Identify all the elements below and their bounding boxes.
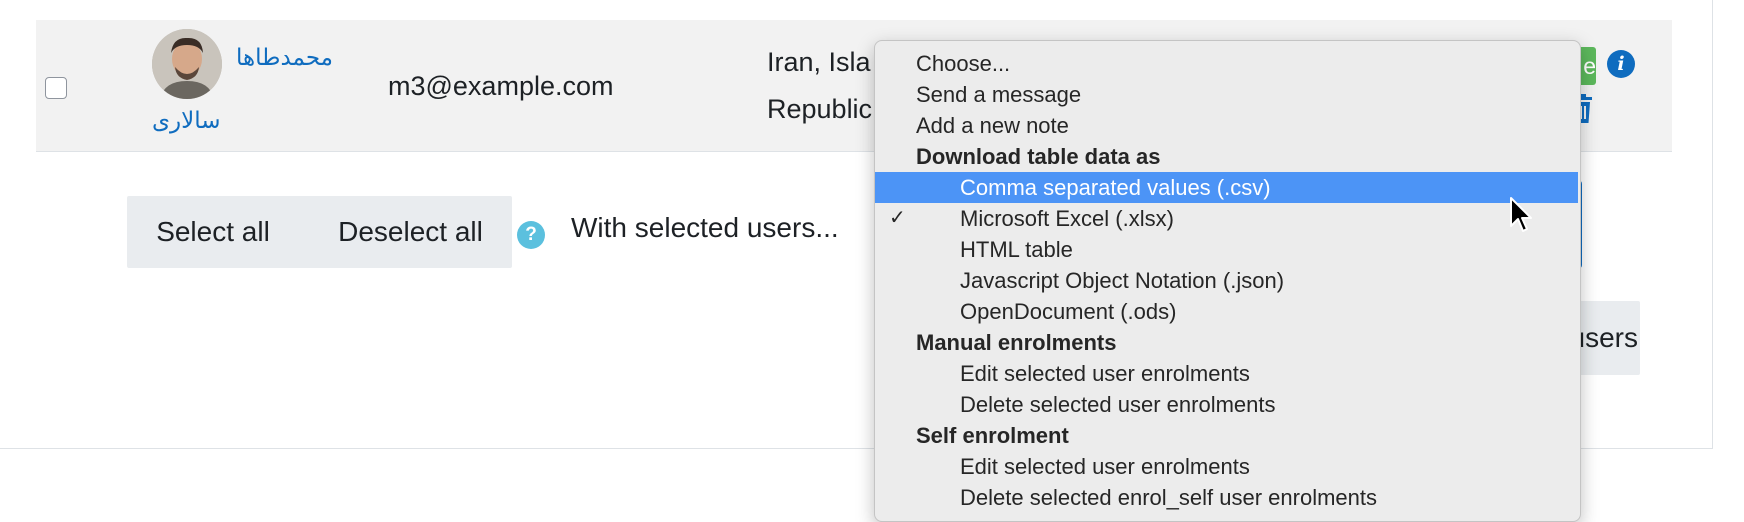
dropdown-item-label: Send a message: [916, 82, 1082, 107]
dropdown-group-header: Download table data as: [875, 141, 1578, 172]
mouse-pointer-icon: [1510, 197, 1532, 232]
participant-first-name[interactable]: محمدطاها: [236, 44, 333, 71]
dropdown-option[interactable]: Delete selected user enrolments: [875, 389, 1578, 420]
dropdown-item-label: Download table data as: [916, 144, 1161, 169]
dropdown-item-label: Comma separated values (.csv): [960, 175, 1271, 200]
dropdown-option[interactable]: Delete selected enrol_self user enrolmen…: [875, 482, 1578, 513]
with-selected-label: With selected users...: [571, 212, 839, 243]
participant-country-line2: Republic: [767, 94, 873, 124]
dropdown-option[interactable]: Javascript Object Notation (.json): [875, 265, 1578, 296]
dropdown-item-label: Edit selected user enrolments: [960, 361, 1250, 386]
checkmark-icon: ✓: [889, 207, 906, 229]
info-icon[interactable]: i: [1607, 50, 1635, 78]
dropdown-option[interactable]: Add a new note: [875, 110, 1578, 141]
deselect-all-button[interactable]: Deselect all: [311, 196, 510, 268]
dropdown-item-label: OpenDocument (.ods): [960, 299, 1177, 324]
dropdown-item-label: Microsoft Excel (.xlsx): [960, 206, 1174, 231]
avatar-photo: [152, 29, 222, 99]
dropdown-option[interactable]: Microsoft Excel (.xlsx) ✓: [875, 203, 1578, 234]
participant-last-name[interactable]: سالاری: [152, 107, 221, 134]
select-all-button[interactable]: Select all: [127, 196, 299, 268]
previous-row: [36, 0, 1672, 21]
participant-country-line1: Iran, Isla: [767, 47, 871, 77]
avatar[interactable]: [152, 29, 222, 99]
help-icon[interactable]: ?: [517, 221, 545, 249]
dropdown-item-label: Add a new note: [916, 113, 1069, 138]
dropdown-item-label: Choose...: [916, 51, 1011, 76]
dropdown-item-label: Self enrolment: [916, 423, 1069, 448]
dropdown-group-header: Self enrolment: [875, 420, 1578, 451]
dropdown-item-label: HTML table: [960, 237, 1073, 262]
dropdown-item-label: Javascript Object Notation (.json): [960, 268, 1285, 293]
dropdown-item-label: Delete selected enrol_self user enrolmen…: [960, 485, 1378, 510]
dropdown-group-header: Manual enrolments: [875, 327, 1578, 358]
dropdown-item-label: Edit selected user enrolments: [960, 454, 1250, 479]
dropdown-item-label: Manual enrolments: [916, 330, 1117, 355]
dropdown-option[interactable]: Edit selected user enrolments: [875, 451, 1578, 482]
dropdown-option[interactable]: Edit selected user enrolments: [875, 358, 1578, 389]
dropdown-option[interactable]: Send a message: [875, 79, 1578, 110]
dropdown-option[interactable]: HTML table: [875, 234, 1578, 265]
participant-email: m3@example.com: [388, 71, 614, 101]
dropdown-option[interactable]: Comma separated values (.csv): [875, 172, 1578, 203]
dropdown-option[interactable]: OpenDocument (.ods): [875, 296, 1578, 327]
row-select-checkbox[interactable]: [45, 77, 67, 99]
dropdown-option[interactable]: Choose...: [875, 48, 1578, 79]
dropdown-item-label: Delete selected user enrolments: [960, 392, 1276, 417]
